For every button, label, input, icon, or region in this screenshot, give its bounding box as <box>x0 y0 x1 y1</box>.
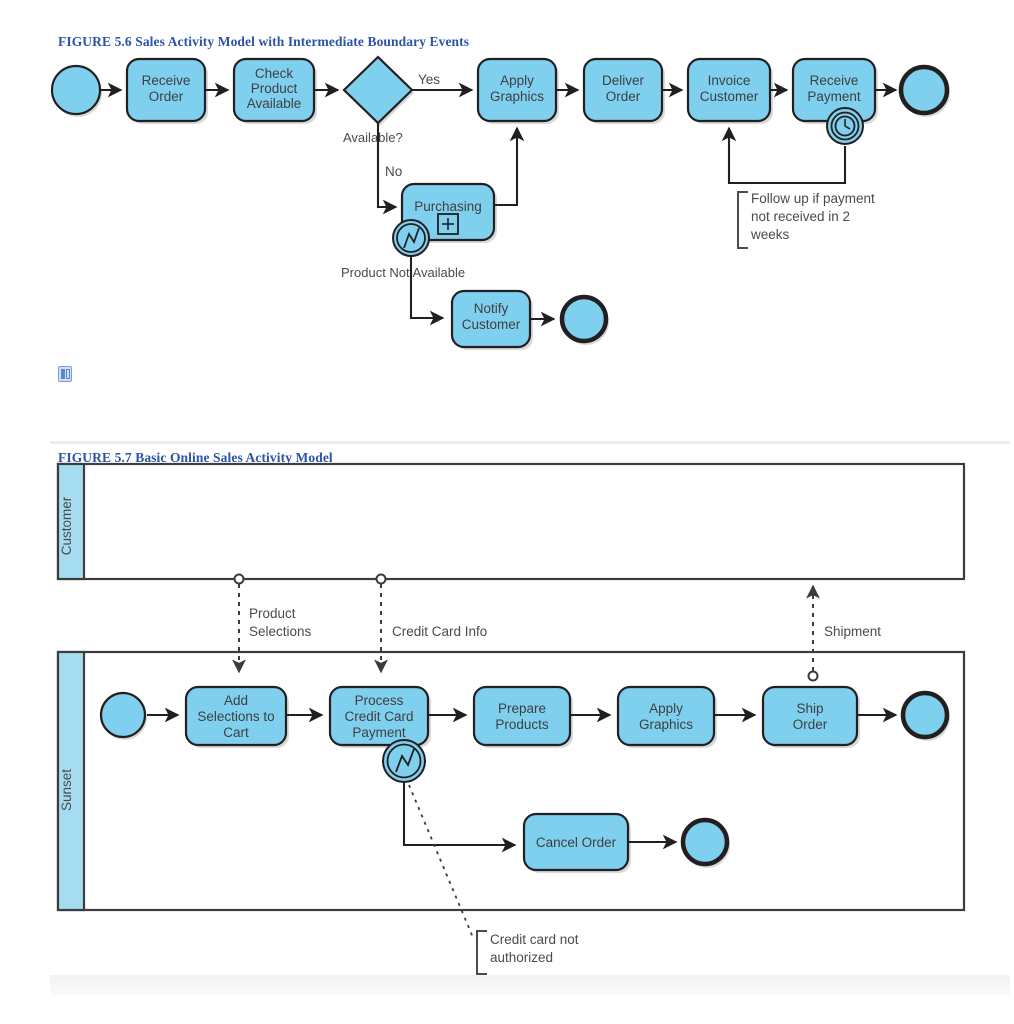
task-prepare-products[interactable]: Prepare Products <box>472 685 573 748</box>
sunset-lane-label: Sunset <box>59 769 74 811</box>
task-add-selections-to-cart[interactable]: Add Selections to Cart <box>184 685 289 748</box>
end-event-order-cancelled[interactable] <box>680 817 730 868</box>
task-prepare-products-line2: Products <box>495 717 549 732</box>
task-process-payment-line2: Credit Card <box>344 709 413 724</box>
annotation-credit-line1: Credit card not <box>490 932 579 947</box>
task-apply-graphics-online[interactable]: Apply Graphics <box>616 685 717 748</box>
task-apply-graphics-online-line2: Graphics <box>639 717 693 732</box>
product-selections-line2: Selections <box>249 624 312 639</box>
figure-5-7-canvas: Customer Sunset Product Selections Credi… <box>56 462 966 975</box>
task-process-payment-line1: Process <box>355 693 404 708</box>
diagram-page: FIGURE 5.6 Sales Activity Model with Int… <box>0 0 1014 1024</box>
task-process-payment-line3: Payment <box>352 725 406 740</box>
product-selections-line1: Product <box>249 606 296 621</box>
credit-card-info-label: Credit Card Info <box>392 624 487 639</box>
annotation-bracket-credit-card <box>476 930 487 975</box>
shipment-label: Shipment <box>824 624 881 639</box>
task-ship-order[interactable]: Ship Order <box>761 685 860 748</box>
task-process-credit-card-payment[interactable]: Process Credit Card Payment <box>328 685 431 748</box>
task-ship-order-line2: Order <box>793 717 828 732</box>
customer-lane-label: Customer <box>59 496 74 555</box>
task-apply-graphics-online-line1: Apply <box>649 701 683 716</box>
task-prepare-products-line1: Prepare <box>498 701 546 716</box>
task-add-selections-line3: Cart <box>223 725 249 740</box>
task-add-selections-line1: Add <box>224 693 248 708</box>
task-cancel-order[interactable]: Cancel Order <box>522 812 631 873</box>
annotation-credit-line2: authorized <box>490 950 553 965</box>
task-ship-order-line1: Ship <box>796 701 823 716</box>
task-add-selections-line2: Selections to <box>197 709 274 724</box>
customer-lane: Customer <box>56 462 966 581</box>
error-event-icon[interactable] <box>382 739 426 783</box>
end-event-order-shipped[interactable] <box>900 690 950 741</box>
task-cancel-order-label: Cancel Order <box>536 835 617 850</box>
